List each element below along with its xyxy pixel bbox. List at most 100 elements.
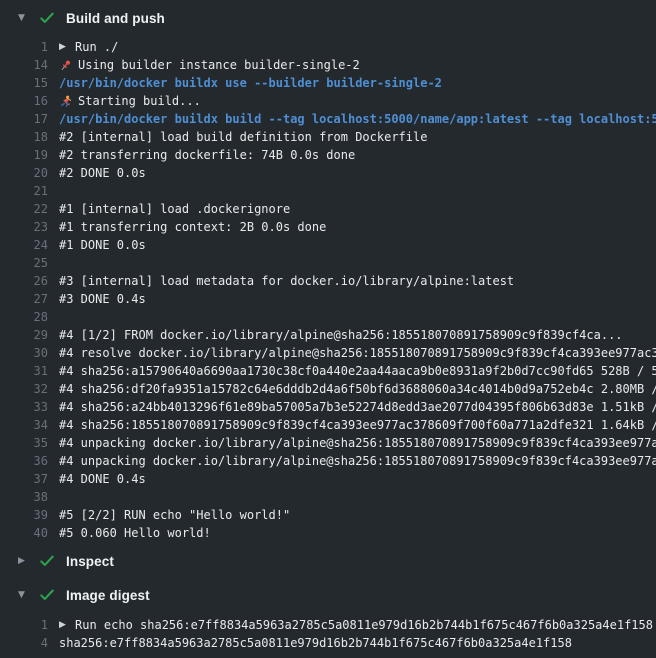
- pushpin-icon: [59, 59, 78, 72]
- log-text: #4 unpacking docker.io/library/alpine@sh…: [59, 434, 656, 452]
- log-text: #4 sha256:a24bb4013296f61e89ba57005a7b3e…: [59, 398, 656, 416]
- line-number[interactable]: 14: [0, 56, 48, 74]
- line-number[interactable]: 16: [0, 92, 48, 110]
- log-text-content: #4 [1/2] FROM docker.io/library/alpine@s…: [59, 326, 623, 344]
- log-text: #1 DONE 0.0s: [59, 236, 656, 254]
- log-line: 30 #4 resolve docker.io/library/alpine@sh…: [0, 344, 656, 362]
- log-text: #4 [1/2] FROM docker.io/library/alpine@s…: [59, 326, 656, 344]
- log-text: #4 sha256:185518070891758909c9f839cf4ca3…: [59, 416, 656, 434]
- log-line: 35 #4 unpacking docker.io/library/alpine@…: [0, 434, 656, 452]
- log-lines-image-digest: 1 ▶Run echo sha256:e7ff8834a5963a2785c5a0…: [0, 612, 656, 658]
- log-text-content: /usr/bin/docker buildx build --tag local…: [59, 110, 656, 128]
- line-number[interactable]: 39: [0, 506, 48, 524]
- log-text-content: #3 DONE 0.4s: [59, 290, 146, 308]
- log-line: 33 #4 sha256:a24bb4013296f61e89ba57005a7b…: [0, 398, 656, 416]
- log-line: 4 sha256:e7ff8834a5963a2785c5a0811e979d16…: [0, 634, 656, 652]
- section-header-image-digest[interactable]: ▼ Image digest: [0, 578, 656, 612]
- line-number[interactable]: 19: [0, 146, 48, 164]
- actions-log-viewer: ▼ Build and push 1▶Run ./14Using builder…: [0, 0, 656, 658]
- line-number[interactable]: 4: [0, 634, 48, 652]
- log-text-content: Using builder instance builder-single-2: [78, 56, 360, 74]
- line-number[interactable]: 33: [0, 398, 48, 416]
- log-line: 14 Using builder instance builder-single-…: [0, 56, 656, 74]
- log-text-content: Run ./: [75, 38, 118, 56]
- line-number[interactable]: 35: [0, 434, 48, 452]
- line-number[interactable]: 20: [0, 164, 48, 182]
- section-header-inspect[interactable]: ▶ Inspect: [0, 544, 656, 578]
- line-number[interactable]: 31: [0, 362, 48, 380]
- line-number[interactable]: 40: [0, 524, 48, 542]
- line-number[interactable]: 27: [0, 290, 48, 308]
- chevron-down-icon[interactable]: ▼: [18, 591, 40, 600]
- log-text: [59, 308, 656, 326]
- log-line: 26 #3 [internal] load metadata for docker…: [0, 272, 656, 290]
- log-text-content: sha256:e7ff8834a5963a2785c5a0811e979d16b…: [59, 634, 572, 652]
- line-number[interactable]: 37: [0, 470, 48, 488]
- log-lines-build-and-push: 1 ▶ Run ./ 14 Using builder instance builder…: [0, 36, 656, 544]
- log-text-content: #3 [internal] load metadata for docker.i…: [59, 272, 514, 290]
- log-text-content: #2 DONE 0.0s: [59, 164, 146, 182]
- section-title: Build and push: [66, 11, 165, 26]
- expand-toggle-icon[interactable]: ▶: [59, 38, 69, 56]
- line-number[interactable]: 21: [0, 182, 48, 200]
- line-number[interactable]: 38: [0, 488, 48, 506]
- log-text: [59, 182, 656, 200]
- line-number[interactable]: 34: [0, 416, 48, 434]
- log-line: 15/usr/bin/docker buildx use --builder b…: [0, 74, 656, 92]
- line-number[interactable]: 24: [0, 236, 48, 254]
- log-text-content: #4 unpacking docker.io/library/alpine@sh…: [59, 434, 656, 452]
- log-line: 27 #3 DONE 0.4s: [0, 290, 656, 308]
- section-title: Image digest: [66, 588, 150, 603]
- line-number[interactable]: 36: [0, 452, 48, 470]
- log-text-content: #1 [internal] load .dockerignore: [59, 200, 290, 218]
- line-number[interactable]: 15: [0, 74, 48, 92]
- line-number[interactable]: 26: [0, 272, 48, 290]
- log-line: 37 #4 DONE 0.4s: [0, 470, 656, 488]
- log-text: #4 resolve docker.io/library/alpine@sha2…: [59, 344, 656, 362]
- log-text: [59, 488, 656, 506]
- log-line: 40 #5 0.060 Hello world!: [0, 524, 656, 542]
- section-header-build-and-push[interactable]: ▼ Build and push: [0, 0, 656, 36]
- log-text: #1 [internal] load .dockerignore: [59, 200, 656, 218]
- line-number[interactable]: 22: [0, 200, 48, 218]
- log-text: #3 [internal] load metadata for docker.i…: [59, 272, 656, 290]
- log-text: Using builder instance builder-single-2: [59, 56, 656, 74]
- line-number[interactable]: 32: [0, 380, 48, 398]
- expand-toggle-icon[interactable]: ▶: [59, 616, 69, 634]
- log-text: /usr/bin/docker buildx build --tag local…: [59, 110, 656, 128]
- line-number[interactable]: 30: [0, 344, 48, 362]
- log-text: ▶Run echo sha256:e7ff8834a5963a2785c5a08…: [59, 616, 656, 634]
- log-line: 23 #1 transferring context: 2B 0.0s done: [0, 218, 656, 236]
- log-text-content: #1 transferring context: 2B 0.0s done: [59, 218, 326, 236]
- log-line: 19 #2 transferring dockerfile: 74B 0.0s d…: [0, 146, 656, 164]
- log-line: 25: [0, 254, 656, 272]
- log-text: #4 DONE 0.4s: [59, 470, 656, 488]
- log-text-content: #2 transferring dockerfile: 74B 0.0s don…: [59, 146, 355, 164]
- log-text: Starting build...: [59, 92, 656, 110]
- line-number[interactable]: 29: [0, 326, 48, 344]
- log-line: 1 ▶Run echo sha256:e7ff8834a5963a2785c5a0…: [0, 616, 656, 634]
- line-number[interactable]: 25: [0, 254, 48, 272]
- line-number[interactable]: 17: [0, 110, 48, 128]
- log-text: #4 sha256:df20fa9351a15782c64e6dddb2d4a6…: [59, 380, 656, 398]
- line-number[interactable]: 18: [0, 128, 48, 146]
- log-text-content: #5 [2/2] RUN echo "Hello world!": [59, 506, 290, 524]
- runner-icon: [59, 95, 78, 108]
- line-number[interactable]: 1: [0, 616, 48, 634]
- log-line: 31 #4 sha256:a15790640a6690aa1730c38cf0a4…: [0, 362, 656, 380]
- log-text: /usr/bin/docker buildx use --builder bui…: [59, 74, 656, 92]
- log-text: #1 transferring context: 2B 0.0s done: [59, 218, 656, 236]
- log-text-content: #1 DONE 0.0s: [59, 236, 146, 254]
- line-number[interactable]: 28: [0, 308, 48, 326]
- log-text: #5 0.060 Hello world!: [59, 524, 656, 542]
- log-text-content: #4 DONE 0.4s: [59, 470, 146, 488]
- chevron-down-icon[interactable]: ▼: [18, 14, 40, 23]
- log-text-content: #4 sha256:a15790640a6690aa1730c38cf0a440…: [59, 362, 656, 380]
- log-text: [59, 254, 656, 272]
- log-text: #5 [2/2] RUN echo "Hello world!": [59, 506, 656, 524]
- line-number[interactable]: 1: [0, 38, 48, 56]
- line-number[interactable]: 23: [0, 218, 48, 236]
- log-text-content: #4 sha256:df20fa9351a15782c64e6dddb2d4a6…: [59, 380, 656, 398]
- log-text: sha256:e7ff8834a5963a2785c5a0811e979d16b…: [59, 634, 656, 652]
- chevron-right-icon[interactable]: ▶: [18, 557, 40, 566]
